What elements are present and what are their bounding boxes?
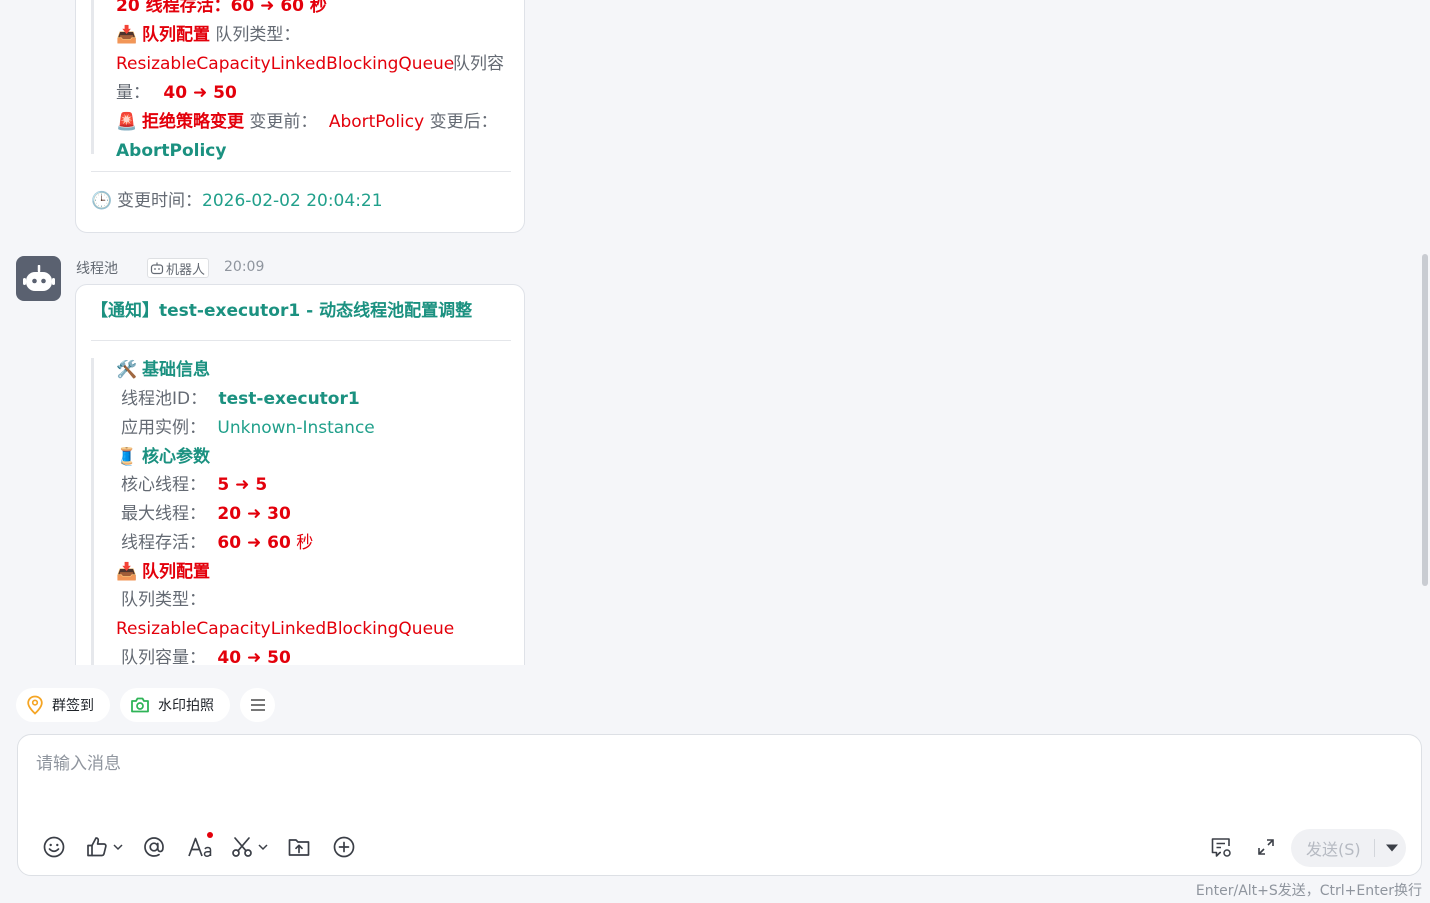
bot-tag-icon bbox=[150, 262, 164, 274]
like-button[interactable] bbox=[85, 833, 124, 861]
divider bbox=[91, 340, 511, 341]
emoji-button[interactable] bbox=[42, 833, 66, 861]
clock-icon: 🕒 bbox=[91, 191, 113, 211]
message-card-previous: 20 线程存活：60 ➜ 60 秒 📥 队列配置 队列类型： ResizableC… bbox=[75, 0, 525, 233]
thumbs-up-icon bbox=[87, 837, 107, 857]
notification-dot bbox=[207, 832, 213, 838]
screenshot-button[interactable] bbox=[230, 833, 269, 861]
queue-capacity-label-a: 队列容 bbox=[453, 54, 504, 74]
change-time-row: 🕒 变更时间：2026-02-02 20:04:21 bbox=[91, 187, 382, 216]
chevron-down-icon bbox=[113, 844, 123, 851]
basic-info-heading: 🛠️ 基础信息 bbox=[116, 356, 210, 385]
chat-area: 20 线程存活：60 ➜ 60 秒 📥 队列配置 队列类型： ResizableC… bbox=[0, 0, 1430, 665]
more-button[interactable] bbox=[332, 833, 356, 861]
queue-type-value: ResizableCapacityLinkedBlockingQueue bbox=[116, 619, 455, 639]
bot-avatar[interactable] bbox=[16, 256, 61, 301]
instance-row: 应用实例： Unknown-Instance bbox=[121, 418, 375, 438]
core-params-heading: 🧵 核心参数 bbox=[116, 443, 210, 472]
bot-tag: 机器人 bbox=[147, 258, 210, 278]
text-format-button[interactable] bbox=[187, 832, 213, 861]
group-checkin-button[interactable]: 群签到 bbox=[16, 688, 110, 722]
quick-reply-button[interactable] bbox=[1209, 833, 1233, 861]
more-actions-button[interactable] bbox=[240, 688, 275, 722]
emoji-icon bbox=[43, 836, 65, 858]
chat-scrollbar[interactable] bbox=[1422, 254, 1428, 586]
folder-upload-icon bbox=[288, 839, 310, 856]
reject-policy-row: 🚨 拒绝策略变更 变更前： AbortPolicy 变更后： bbox=[116, 108, 497, 137]
camera-icon bbox=[131, 697, 149, 713]
card-title: 【通知】test-executor1 - 动态线程池配置调整 bbox=[91, 301, 473, 321]
note-settings-icon bbox=[1211, 838, 1231, 857]
queue-config-heading: 📥 队列配置 队列类型： bbox=[116, 21, 300, 50]
watermark-photo-button[interactable]: 水印拍照 bbox=[120, 688, 230, 722]
pool-id-row: 线程池ID： test-executor1 bbox=[121, 389, 360, 409]
message-composer[interactable]: 请输入消息 发送(S) bbox=[17, 734, 1422, 876]
siren-icon: 🚨 bbox=[116, 112, 138, 132]
max-threads-row: 最大线程： 20 ➜ 30 bbox=[121, 504, 291, 524]
message-card-notification: 【通知】test-executor1 - 动态线程池配置调整 🛠️ 基础信息 线程… bbox=[75, 284, 525, 665]
at-icon bbox=[144, 837, 164, 857]
mention-button[interactable] bbox=[142, 833, 166, 861]
keepalive-row: 线程存活： 60 ➜ 60 秒 bbox=[121, 533, 314, 553]
scissors-icon bbox=[232, 837, 252, 857]
queue-type-value: ResizableCapacityLinkedBlockingQueue bbox=[116, 54, 455, 74]
inbox-tray-icon: 📥 bbox=[116, 562, 138, 582]
queue-type-label: 队列类型： bbox=[121, 590, 206, 610]
sender-name[interactable]: 线程池 bbox=[76, 258, 118, 278]
menu-icon bbox=[250, 699, 265, 711]
message-input[interactable]: 请输入消息 bbox=[36, 749, 121, 774]
expand-icon bbox=[1258, 839, 1274, 855]
core-threads-row: 核心线程： 5 ➜ 5 bbox=[121, 475, 268, 495]
send-options-caret-icon[interactable] bbox=[1385, 843, 1399, 853]
location-pin-icon bbox=[27, 695, 43, 715]
upload-file-button[interactable] bbox=[287, 833, 311, 861]
spool-icon: 🧵 bbox=[116, 447, 138, 467]
message-time: 20:09 bbox=[224, 259, 265, 275]
queue-config-heading: 📥 队列配置 bbox=[116, 558, 210, 587]
text-format-icon bbox=[188, 837, 212, 857]
plus-circle-icon bbox=[333, 836, 355, 858]
chevron-down-icon bbox=[258, 844, 268, 851]
queue-capacity-row: 队列容量： 40 ➜ 50 bbox=[121, 648, 291, 665]
send-button[interactable]: 发送(S) bbox=[1291, 829, 1406, 867]
send-shortcut-hint: Enter/Alt+S发送，Ctrl+Enter换行 bbox=[1195, 883, 1422, 899]
cut-off-line: 20 线程存活：60 ➜ 60 秒 bbox=[116, 0, 327, 16]
queue-capacity-row: 量： 40 ➜ 50 bbox=[116, 83, 237, 103]
inbox-tray-icon: 📥 bbox=[116, 25, 138, 45]
expand-composer-button[interactable] bbox=[1256, 833, 1276, 861]
send-label: 发送(S) bbox=[1306, 840, 1361, 859]
robot-icon bbox=[22, 264, 55, 291]
divider bbox=[91, 171, 511, 172]
send-divider bbox=[1374, 839, 1375, 857]
reject-after-value: AbortPolicy bbox=[116, 141, 227, 161]
tools-icon: 🛠️ bbox=[116, 360, 138, 380]
